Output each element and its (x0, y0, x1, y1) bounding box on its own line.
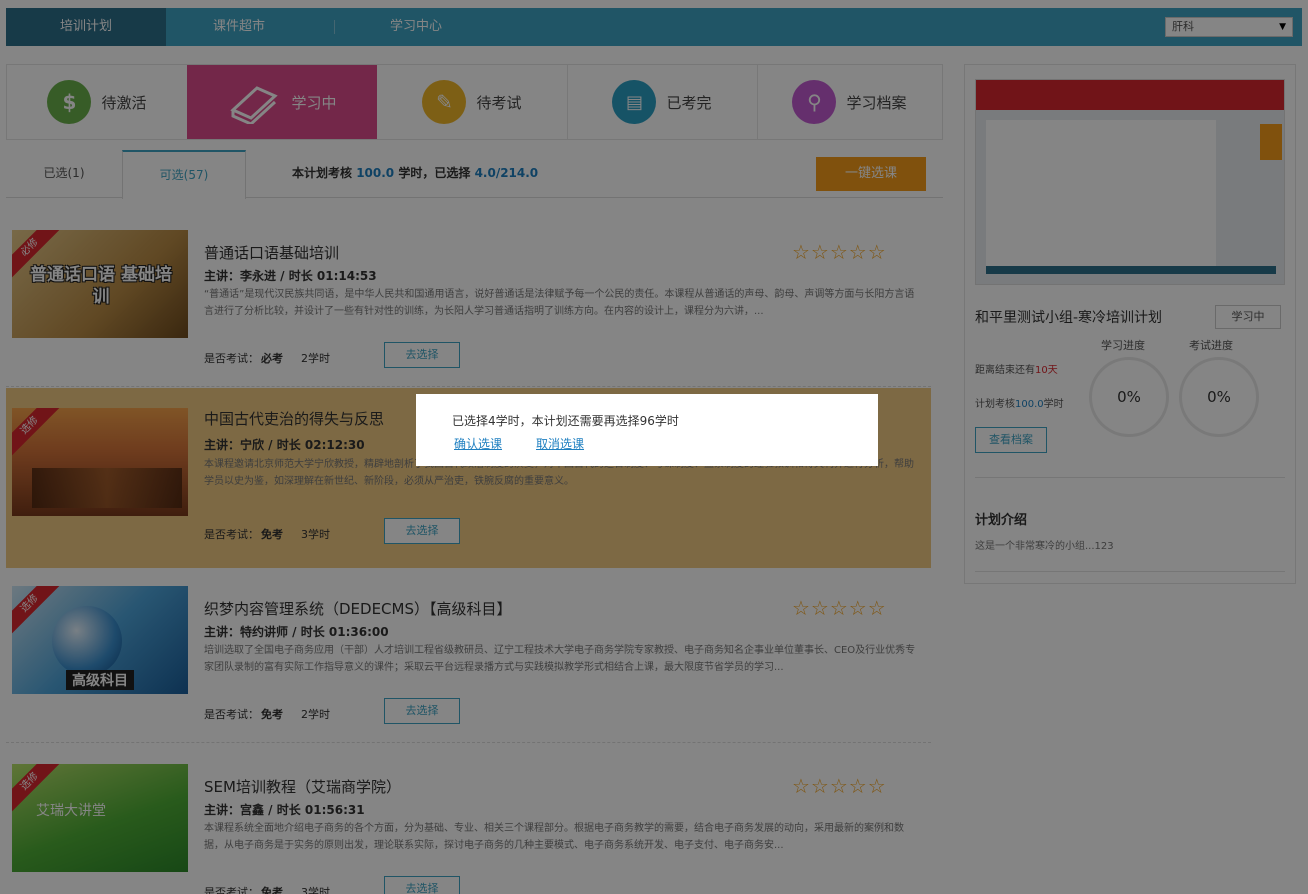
dialog-message: 已选择4学时，本计划还需要再选择96学时 (452, 414, 679, 428)
confirm-selection-link[interactable]: 确认选课 (454, 435, 502, 452)
cancel-selection-link[interactable]: 取消选课 (536, 435, 584, 452)
selection-confirm-dialog: 已选择4学时，本计划还需要再选择96学时 确认选课 取消选课 (416, 394, 878, 466)
